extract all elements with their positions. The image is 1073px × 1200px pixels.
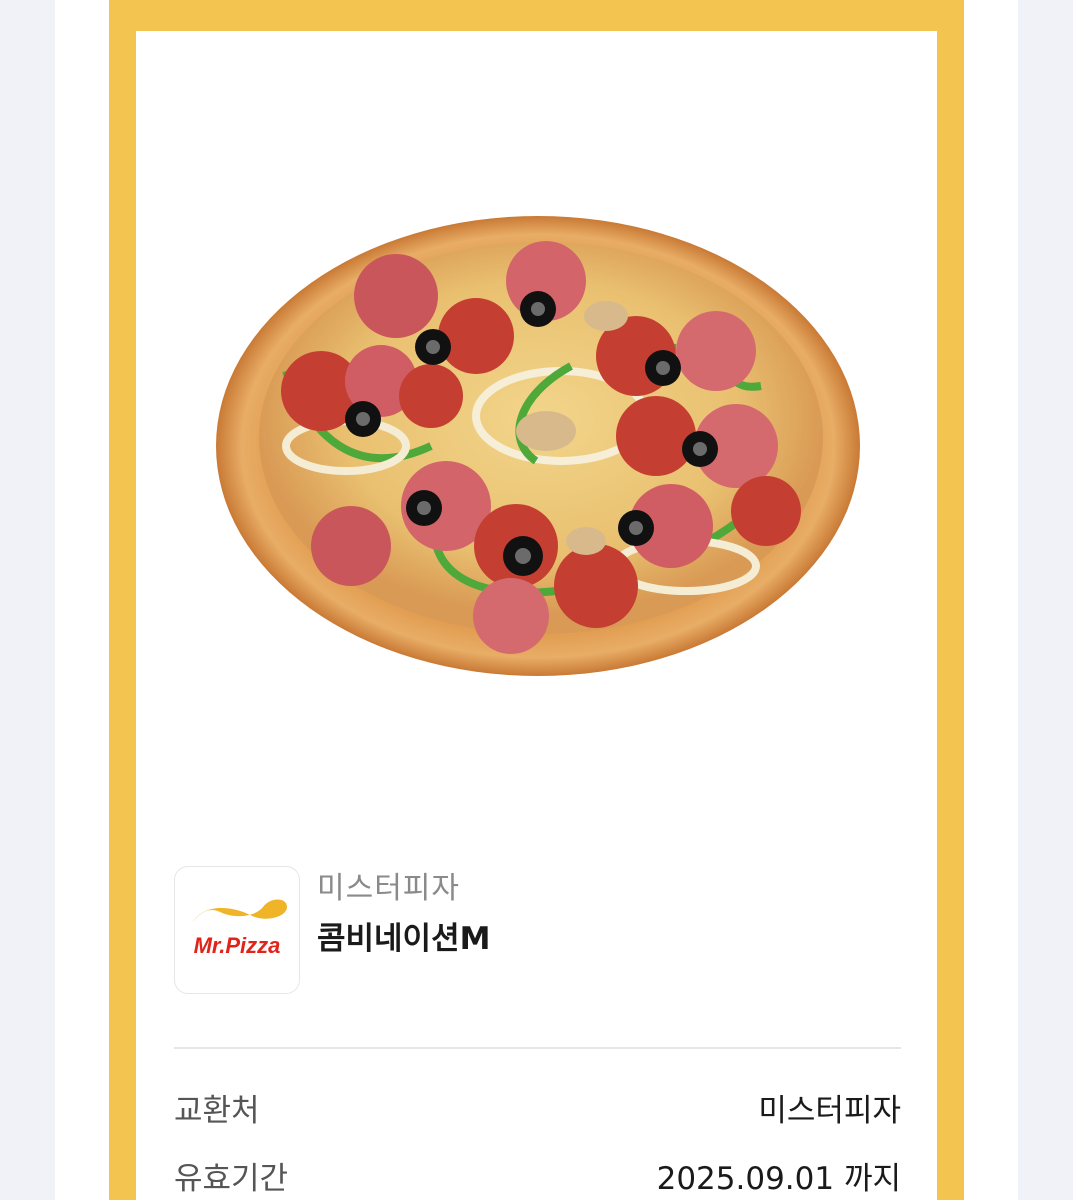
validity-label: 유효기간 (174, 1161, 289, 1197)
validity-value: 2025.09.01 까지 (656, 1161, 901, 1197)
gift-card: Mr.Pizza 미스터피자 콤비네이션M 교환처 미스터피자 유효기간 202… (136, 31, 937, 1200)
background-left (0, 0, 55, 1200)
product-name: 콤비네이션M (317, 921, 491, 957)
brand-name: 미스터피자 (317, 871, 460, 906)
exchange-place-label: 교환처 (174, 1093, 260, 1129)
exchange-place-value: 미스터피자 (758, 1093, 901, 1129)
mr-pizza-logo-icon: Mr.Pizza (193, 899, 287, 958)
pizza-icon (216, 216, 860, 676)
product-image (216, 206, 861, 676)
background-right (1018, 0, 1073, 1200)
logo-text: Mr.Pizza (194, 933, 281, 958)
brand-logo: Mr.Pizza (174, 866, 300, 994)
divider (174, 1047, 901, 1049)
